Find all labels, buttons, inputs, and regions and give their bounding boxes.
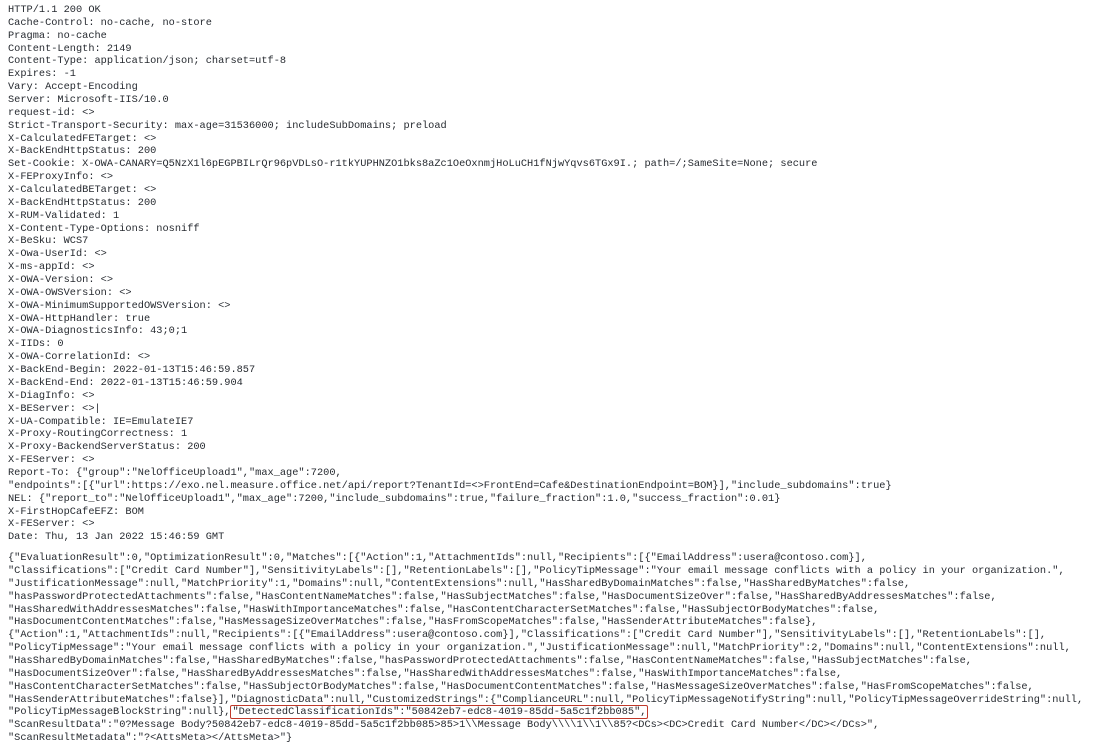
header-line: X-OWA-MinimumSupportedOWSVersion: <> — [8, 300, 1092, 313]
header-line: Content-Length: 2149 — [8, 43, 1092, 56]
header-line: Report-To: {"group":"NelOfficeUpload1","… — [8, 467, 1092, 480]
header-line: X-OWA-CorrelationId: <> — [8, 351, 1092, 364]
response-body: {"EvaluationResult":0,"OptimizationResul… — [8, 552, 1092, 745]
header-line: X-BackEndHttpStatus: 200 — [8, 197, 1092, 210]
header-line: X-OWA-HttpHandler: true — [8, 313, 1092, 326]
header-line: X-FirstHopCafeEFZ: BOM — [8, 506, 1092, 519]
header-line: X-OWA-OWSVersion: <> — [8, 287, 1092, 300]
header-line: Cache-Control: no-cache, no-store — [8, 17, 1092, 30]
header-line: X-Proxy-RoutingCorrectness: 1 — [8, 428, 1092, 441]
header-line: X-ms-appId: <> — [8, 261, 1092, 274]
body-line: "HasDocumentSizeOver":false,"HasSharedBy… — [8, 668, 842, 680]
header-line: Strict-Transport-Security: max-age=31536… — [8, 120, 1092, 133]
header-line: X-CalculatedFETarget: <> — [8, 133, 1092, 146]
header-line: Expires: -1 — [8, 68, 1092, 81]
header-line: Pragma: no-cache — [8, 30, 1092, 43]
body-line: "HasSenderAttributeMatches":false}],"Dia… — [8, 694, 1083, 706]
body-line: "HasSharedByDomainMatches":false,"HasSha… — [8, 655, 972, 667]
header-line: X-Content-Type-Options: nosniff — [8, 223, 1092, 236]
body-line: "HasSharedWithAddressesMatches":false,"H… — [8, 604, 879, 616]
body-line: "ScanResultMetadata":"?<AttsMeta></AttsM… — [8, 732, 292, 744]
body-line: "JustificationMessage":null,"MatchPriori… — [8, 578, 910, 590]
header-line: X-OWA-Version: <> — [8, 274, 1092, 287]
header-line: X-FEServer: <> — [8, 454, 1092, 467]
header-line: Server: Microsoft-IIS/10.0 — [8, 94, 1092, 107]
body-line: "hasPasswordProtectedAttachments":false,… — [8, 591, 997, 603]
body-line: {"EvaluationResult":0,"OptimizationResul… — [8, 552, 867, 564]
header-line: X-DiagInfo: <> — [8, 390, 1092, 403]
header-line: X-UA-Compatible: IE=EmulateIE7 — [8, 416, 1092, 429]
header-line: Vary: Accept-Encoding — [8, 81, 1092, 94]
header-line: X-Owa-UserId: <> — [8, 248, 1092, 261]
header-line: X-BackEndHttpStatus: 200 — [8, 145, 1092, 158]
body-line: "Classifications":["Credit Card Number"]… — [8, 565, 1065, 577]
header-line: Content-Type: application/json; charset=… — [8, 55, 1092, 68]
body-line: "PolicyTipMessage":"Your email message c… — [8, 642, 1071, 654]
header-line: Set-Cookie: X-OWA-CANARY=Q5NzX1l6pEGPBIL… — [8, 158, 1092, 171]
header-line: X-RUM-Validated: 1 — [8, 210, 1092, 223]
body-line: "HasContentCharacterSetMatches":false,"H… — [8, 681, 1034, 693]
body-line: {"Action":1,"AttachmentIds":null,"Recipi… — [8, 629, 1046, 641]
header-line: X-IIDs: 0 — [8, 338, 1092, 351]
header-line: X-Proxy-BackendServerStatus: 200 — [8, 441, 1092, 454]
header-line: HTTP/1.1 200 OK — [8, 4, 1092, 17]
header-line: X-FEServer: <> — [8, 518, 1092, 531]
body-line: "HasDocumentContentMatches":false,"HasMe… — [8, 616, 817, 628]
header-line: request-id: <> — [8, 107, 1092, 120]
body-line: "ScanResultData":"0?Message Body?50842eb… — [8, 719, 879, 731]
header-line: X-BackEnd-End: 2022-01-13T15:46:59.904 — [8, 377, 1092, 390]
header-line: X-BeSku: WCS7 — [8, 235, 1092, 248]
header-line: Date: Thu, 13 Jan 2022 15:46:59 GMT — [8, 531, 1092, 544]
header-line: X-BEServer: <>| — [8, 403, 1092, 416]
http-headers: HTTP/1.1 200 OKCache-Control: no-cache, … — [8, 4, 1092, 544]
header-line: NEL: {"report_to":"NelOfficeUpload1","ma… — [8, 493, 1092, 506]
highlight-detected-classification: "DetectedClassificationIds":"50842eb7-ed… — [230, 705, 648, 719]
body-line: "PolicyTipMessageBlockString":null}, — [8, 706, 230, 718]
header-line: "endpoints":[{"url":https://exo.nel.meas… — [8, 480, 1092, 493]
header-line: X-CalculatedBETarget: <> — [8, 184, 1092, 197]
header-line: X-BackEnd-Begin: 2022-01-13T15:46:59.857 — [8, 364, 1092, 377]
header-line: X-OWA-DiagnosticsInfo: 43;0;1 — [8, 325, 1092, 338]
header-line: X-FEProxyInfo: <> — [8, 171, 1092, 184]
